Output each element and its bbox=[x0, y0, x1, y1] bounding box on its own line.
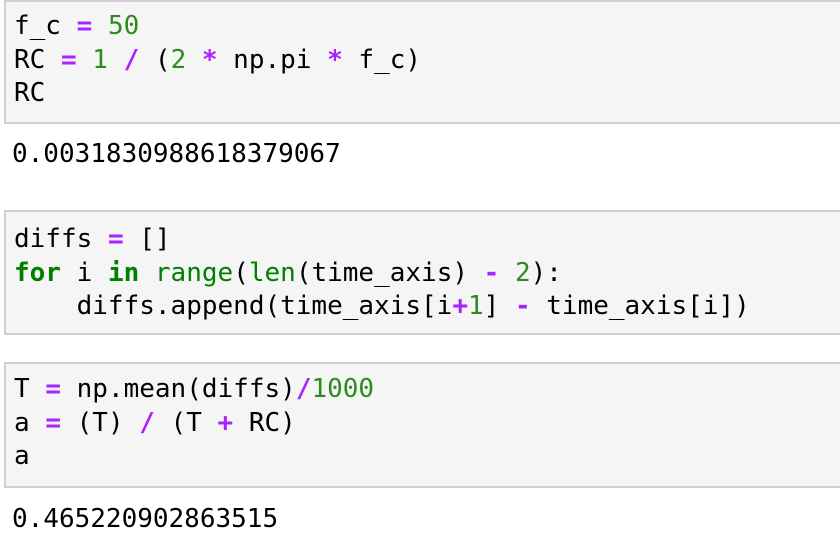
code-editor-3[interactable]: T = np.mean(diffs)/1000 a = (T) / (T + RC… bbox=[6, 364, 840, 474]
operator-token: + bbox=[452, 291, 468, 321]
keyword-token: in bbox=[107, 257, 140, 288]
operator-token: - bbox=[483, 257, 500, 288]
punctuation-token: [ bbox=[687, 291, 703, 321]
code-cell-1[interactable]: f_c = 50 RC = 1 / (2 * np.pi * f_c) RC bbox=[4, 0, 840, 124]
output-1: 0.0031830988618379067 bbox=[12, 139, 341, 169]
code-line: RC bbox=[14, 77, 840, 111]
punctuation-token bbox=[92, 224, 108, 254]
identifier-token: diffs bbox=[201, 374, 281, 404]
code-line: RC = 1 / (2 * np.pi * f_c) bbox=[14, 44, 840, 78]
operator-token: = bbox=[60, 44, 77, 75]
number-token: 1 bbox=[467, 291, 484, 321]
code-line: diffs = [] bbox=[14, 223, 840, 257]
identifier-token: RC bbox=[14, 78, 46, 108]
punctuation-token bbox=[30, 374, 46, 404]
code-editor-2[interactable]: diffs = [] for i in range(len(time_axis) … bbox=[6, 212, 840, 324]
identifier-token: RC bbox=[233, 407, 281, 438]
identifier-token: mean bbox=[123, 374, 187, 404]
punctuation-token: ) bbox=[280, 374, 296, 404]
punctuation-token bbox=[186, 45, 202, 75]
number-token: 1 bbox=[92, 44, 108, 75]
identifier-token: i bbox=[60, 257, 108, 288]
identifier-token: time_axis bbox=[530, 291, 688, 321]
operator-token: = bbox=[45, 374, 61, 404]
punctuation-token bbox=[311, 45, 327, 75]
number-token: 50 bbox=[107, 11, 140, 41]
code-line: T = np.mean(diffs)/1000 bbox=[14, 373, 840, 407]
punctuation-token: ( bbox=[295, 257, 312, 288]
identifier-token: a bbox=[14, 441, 30, 471]
operator-token: / bbox=[295, 374, 312, 404]
identifier-token: pi bbox=[280, 44, 312, 75]
identifier-token: append bbox=[170, 291, 265, 321]
punctuation-token: [ bbox=[421, 291, 437, 321]
operator-token: - bbox=[514, 291, 531, 321]
code-line: diffs.append(time_axis[i+1] - time_axis[… bbox=[14, 290, 840, 324]
identifier-token: T bbox=[92, 407, 108, 438]
identifier-token: i bbox=[702, 291, 719, 321]
operator-token: = bbox=[45, 407, 61, 438]
operator-token: = bbox=[76, 11, 93, 41]
operator-token: + bbox=[217, 407, 234, 438]
punctuation-token: ( bbox=[154, 407, 187, 438]
identifier-token: a bbox=[14, 407, 30, 438]
code-line: for i in range(len(time_axis) - 2): bbox=[14, 257, 840, 291]
punctuation-token: ( bbox=[233, 257, 249, 288]
code-cell-3[interactable]: T = np.mean(diffs)/1000 a = (T) / (T + RC… bbox=[4, 362, 840, 488]
operator-token: / bbox=[123, 44, 140, 75]
code-line: f_c = 50 bbox=[14, 10, 840, 44]
punctuation-token: ): bbox=[530, 257, 562, 288]
punctuation-token: . bbox=[264, 44, 281, 75]
code-line: a = (T) / (T + RC) bbox=[14, 407, 840, 441]
operator-token: * bbox=[327, 44, 343, 75]
punctuation-token: ( bbox=[60, 407, 93, 438]
punctuation-token: ) bbox=[405, 44, 422, 75]
punctuation-token: . bbox=[107, 374, 124, 404]
code-line: a bbox=[14, 440, 840, 474]
identifier-token: np bbox=[217, 44, 265, 75]
punctuation-token bbox=[139, 258, 155, 288]
punctuation-token bbox=[92, 11, 108, 41]
punctuation-token bbox=[202, 408, 218, 438]
builtin-token: range bbox=[154, 257, 234, 288]
identifier-token: diffs bbox=[14, 291, 155, 321]
identifier-token: RC bbox=[14, 44, 46, 75]
identifier-token: i bbox=[436, 291, 453, 321]
identifier-token: T bbox=[14, 374, 30, 404]
punctuation-token bbox=[45, 45, 61, 75]
punctuation-token bbox=[77, 45, 93, 75]
punctuation-token: ) bbox=[280, 407, 296, 438]
number-token: 1000 bbox=[311, 374, 375, 404]
punctuation-token bbox=[61, 11, 77, 41]
operator-token: * bbox=[201, 44, 218, 75]
punctuation-token: ( bbox=[264, 291, 281, 321]
punctuation-token: . bbox=[154, 291, 171, 321]
code-cell-2[interactable]: diffs = [] for i in range(len(time_axis) … bbox=[4, 210, 840, 335]
identifier-token: f_c bbox=[342, 44, 406, 75]
builtin-token: len bbox=[248, 257, 296, 288]
output-3: 0.465220902863515 bbox=[12, 504, 279, 534]
keyword-token: for bbox=[14, 257, 61, 288]
punctuation-token: ]) bbox=[718, 291, 750, 321]
identifier-token: np bbox=[60, 374, 108, 404]
punctuation-token bbox=[108, 45, 124, 75]
number-token: 2 bbox=[170, 44, 187, 75]
operator-token: / bbox=[139, 407, 155, 438]
punctuation-token: ( bbox=[139, 44, 171, 75]
punctuation-token: ( bbox=[186, 374, 202, 404]
identifier-token: diffs bbox=[14, 224, 93, 254]
punctuation-token: ] bbox=[483, 291, 515, 321]
number-token: 2 bbox=[514, 257, 531, 288]
punctuation-token: [] bbox=[123, 224, 171, 254]
punctuation-token: ) bbox=[107, 407, 140, 438]
code-editor-1[interactable]: f_c = 50 RC = 1 / (2 * np.pi * f_c) RC bbox=[6, 2, 840, 111]
punctuation-token bbox=[30, 408, 46, 438]
punctuation-token: ) bbox=[452, 257, 484, 288]
identifier-token: time_axis bbox=[311, 257, 453, 288]
identifier-token: f_c bbox=[14, 11, 61, 41]
identifier-token: T bbox=[186, 407, 202, 438]
punctuation-token bbox=[499, 258, 515, 288]
identifier-token: time_axis bbox=[280, 291, 422, 321]
operator-token: = bbox=[107, 224, 124, 254]
